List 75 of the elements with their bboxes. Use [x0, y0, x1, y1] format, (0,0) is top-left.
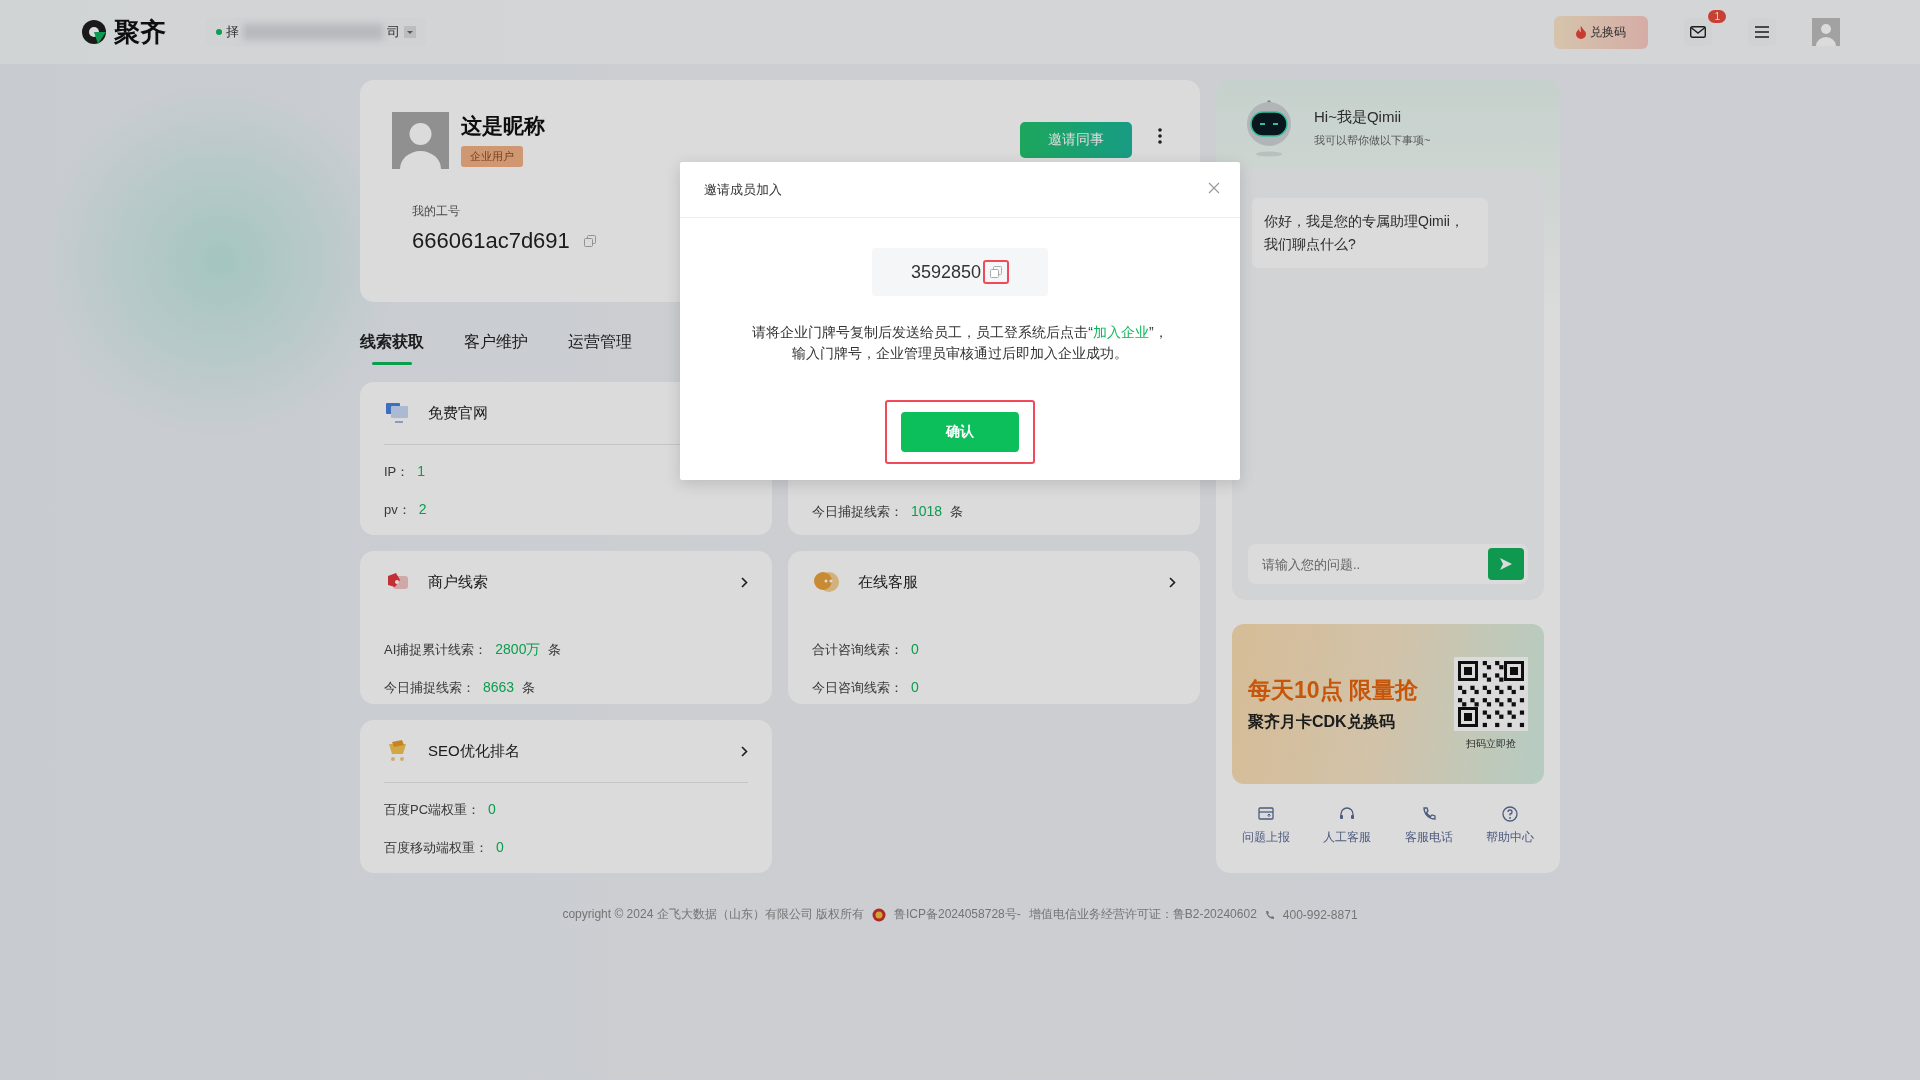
report-icon: [1257, 805, 1275, 823]
close-icon: [1208, 182, 1220, 194]
card-title: 在线客服: [858, 572, 919, 592]
promo-banner[interactable]: 每天10点 限量抢 聚齐月卡CDK兑换码 扫码立即抢: [1232, 624, 1544, 784]
stat-label: 今日捕捉线索：: [384, 679, 475, 697]
more-icon[interactable]: [1158, 128, 1162, 144]
phone-icon: [1264, 909, 1275, 920]
assistant-subtitle: 我可以帮你做以下事项~: [1314, 133, 1431, 148]
assistant-greeting: Hi~我是Qimii: [1314, 108, 1403, 127]
send-icon: [1499, 557, 1513, 571]
license-text: 增值电信业务经营许可证：鲁B2-20240602: [1028, 906, 1257, 923]
stat-value: 0: [911, 679, 919, 695]
tab[interactable]: 客户维护: [464, 323, 528, 361]
copyright-text: copyright © 2024 企飞大数据（山东）有限公司 版权所有: [562, 906, 864, 923]
stat-label: 百度PC端权重：: [384, 801, 481, 819]
stat-unit: 条: [950, 503, 964, 521]
promo-headline: 每天10点 限量抢: [1248, 676, 1419, 705]
card-title: 商户线索: [428, 572, 489, 592]
quick-link[interactable]: 人工客服: [1317, 804, 1378, 847]
stat-unit: 条: [522, 679, 536, 697]
stat-value: 0: [488, 801, 496, 817]
chat-input-bar[interactable]: 请输入您的问题..: [1248, 544, 1528, 584]
flame-icon: [1576, 25, 1586, 39]
id-value: 666061ac7d691: [412, 228, 570, 254]
stat-value: 1: [417, 463, 426, 479]
card-title: 免费官网: [428, 403, 489, 423]
feature-card[interactable]: 商户线索 AI捕捉累计线索： 2800万 条 今日捕捉线索： 8663 条: [360, 551, 772, 704]
stat-value: 0: [496, 839, 504, 855]
stat-label: IP：: [384, 463, 410, 481]
qr-caption: 扫码立即抢: [1466, 737, 1516, 751]
stat-value: 0: [911, 641, 919, 657]
quick-link[interactable]: 问题上报: [1236, 804, 1296, 847]
mail-icon: [1690, 26, 1706, 38]
send-button[interactable]: [1488, 548, 1524, 580]
unread-badge: 1: [1708, 10, 1726, 23]
dialog-title: 邀请成员加入: [704, 180, 782, 199]
help-icon: [1501, 805, 1519, 823]
quick-link[interactable]: 帮助中心: [1480, 804, 1540, 847]
tab[interactable]: 运营管理: [568, 323, 632, 361]
stat-label: 今日咨询线索：: [812, 679, 903, 697]
stat-unit: 条: [548, 641, 562, 659]
stat-label: AI捕捉累计线索：: [384, 641, 488, 659]
invite-code: 3592850: [910, 261, 982, 283]
caret-icon: [404, 26, 416, 38]
stat-label: pv：: [384, 501, 411, 519]
phone-number: 400-992-8871: [1282, 907, 1358, 922]
user-type-badge: 企业用户: [461, 146, 523, 167]
feature-card[interactable]: SEO优化排名 百度PC端权重： 0 百度移动端权重： 0: [360, 720, 772, 873]
chevron-right-icon[interactable]: [741, 576, 748, 588]
monitor-icon: [384, 401, 410, 425]
menu-icon: [1755, 26, 1769, 38]
stat-label: 百度移动端权重：: [384, 839, 488, 857]
logo-icon: [80, 18, 108, 46]
redeem-code-button[interactable]: 兑换码: [1554, 15, 1648, 49]
stat-value: 2800万: [495, 641, 541, 659]
quick-link[interactable]: 客服电话: [1398, 804, 1459, 847]
stat-value: 2: [418, 501, 427, 517]
chevron-right-icon[interactable]: [1169, 576, 1176, 588]
logo-text: 聚齐: [114, 15, 166, 49]
feature-card[interactable]: 在线客服 合计咨询线索： 0 今日咨询线索： 0: [788, 551, 1200, 704]
chat-input[interactable]: 请输入您的问题..: [1260, 555, 1488, 573]
stat-label: 今日捕捉线索：: [812, 503, 903, 521]
stat-value: 8663: [483, 679, 515, 695]
id-label: 我的工号: [412, 203, 461, 220]
promo-subline: 聚齐月卡CDK兑换码: [1248, 712, 1396, 732]
chat-bubble-icon: [812, 570, 840, 594]
card-title: SEO优化排名: [428, 741, 521, 761]
stat-label: 合计咨询线索：: [812, 641, 903, 659]
chevron-right-icon[interactable]: [741, 745, 748, 757]
nickname: 这是昵称: [461, 113, 545, 139]
police-badge-icon: [872, 907, 886, 922]
chat-message: 你好，我是您的专属助理Qimii，我们聊点什么?: [1252, 198, 1488, 268]
stat-value: 1018: [911, 503, 943, 519]
instruction-text: 请将企业门牌号复制后发送给员工，员工登系统后点击“加入企业”，输入门牌号，企业管理员审核通过后即加入企业成功。: [751, 323, 1169, 363]
robot-icon: [1244, 98, 1294, 158]
